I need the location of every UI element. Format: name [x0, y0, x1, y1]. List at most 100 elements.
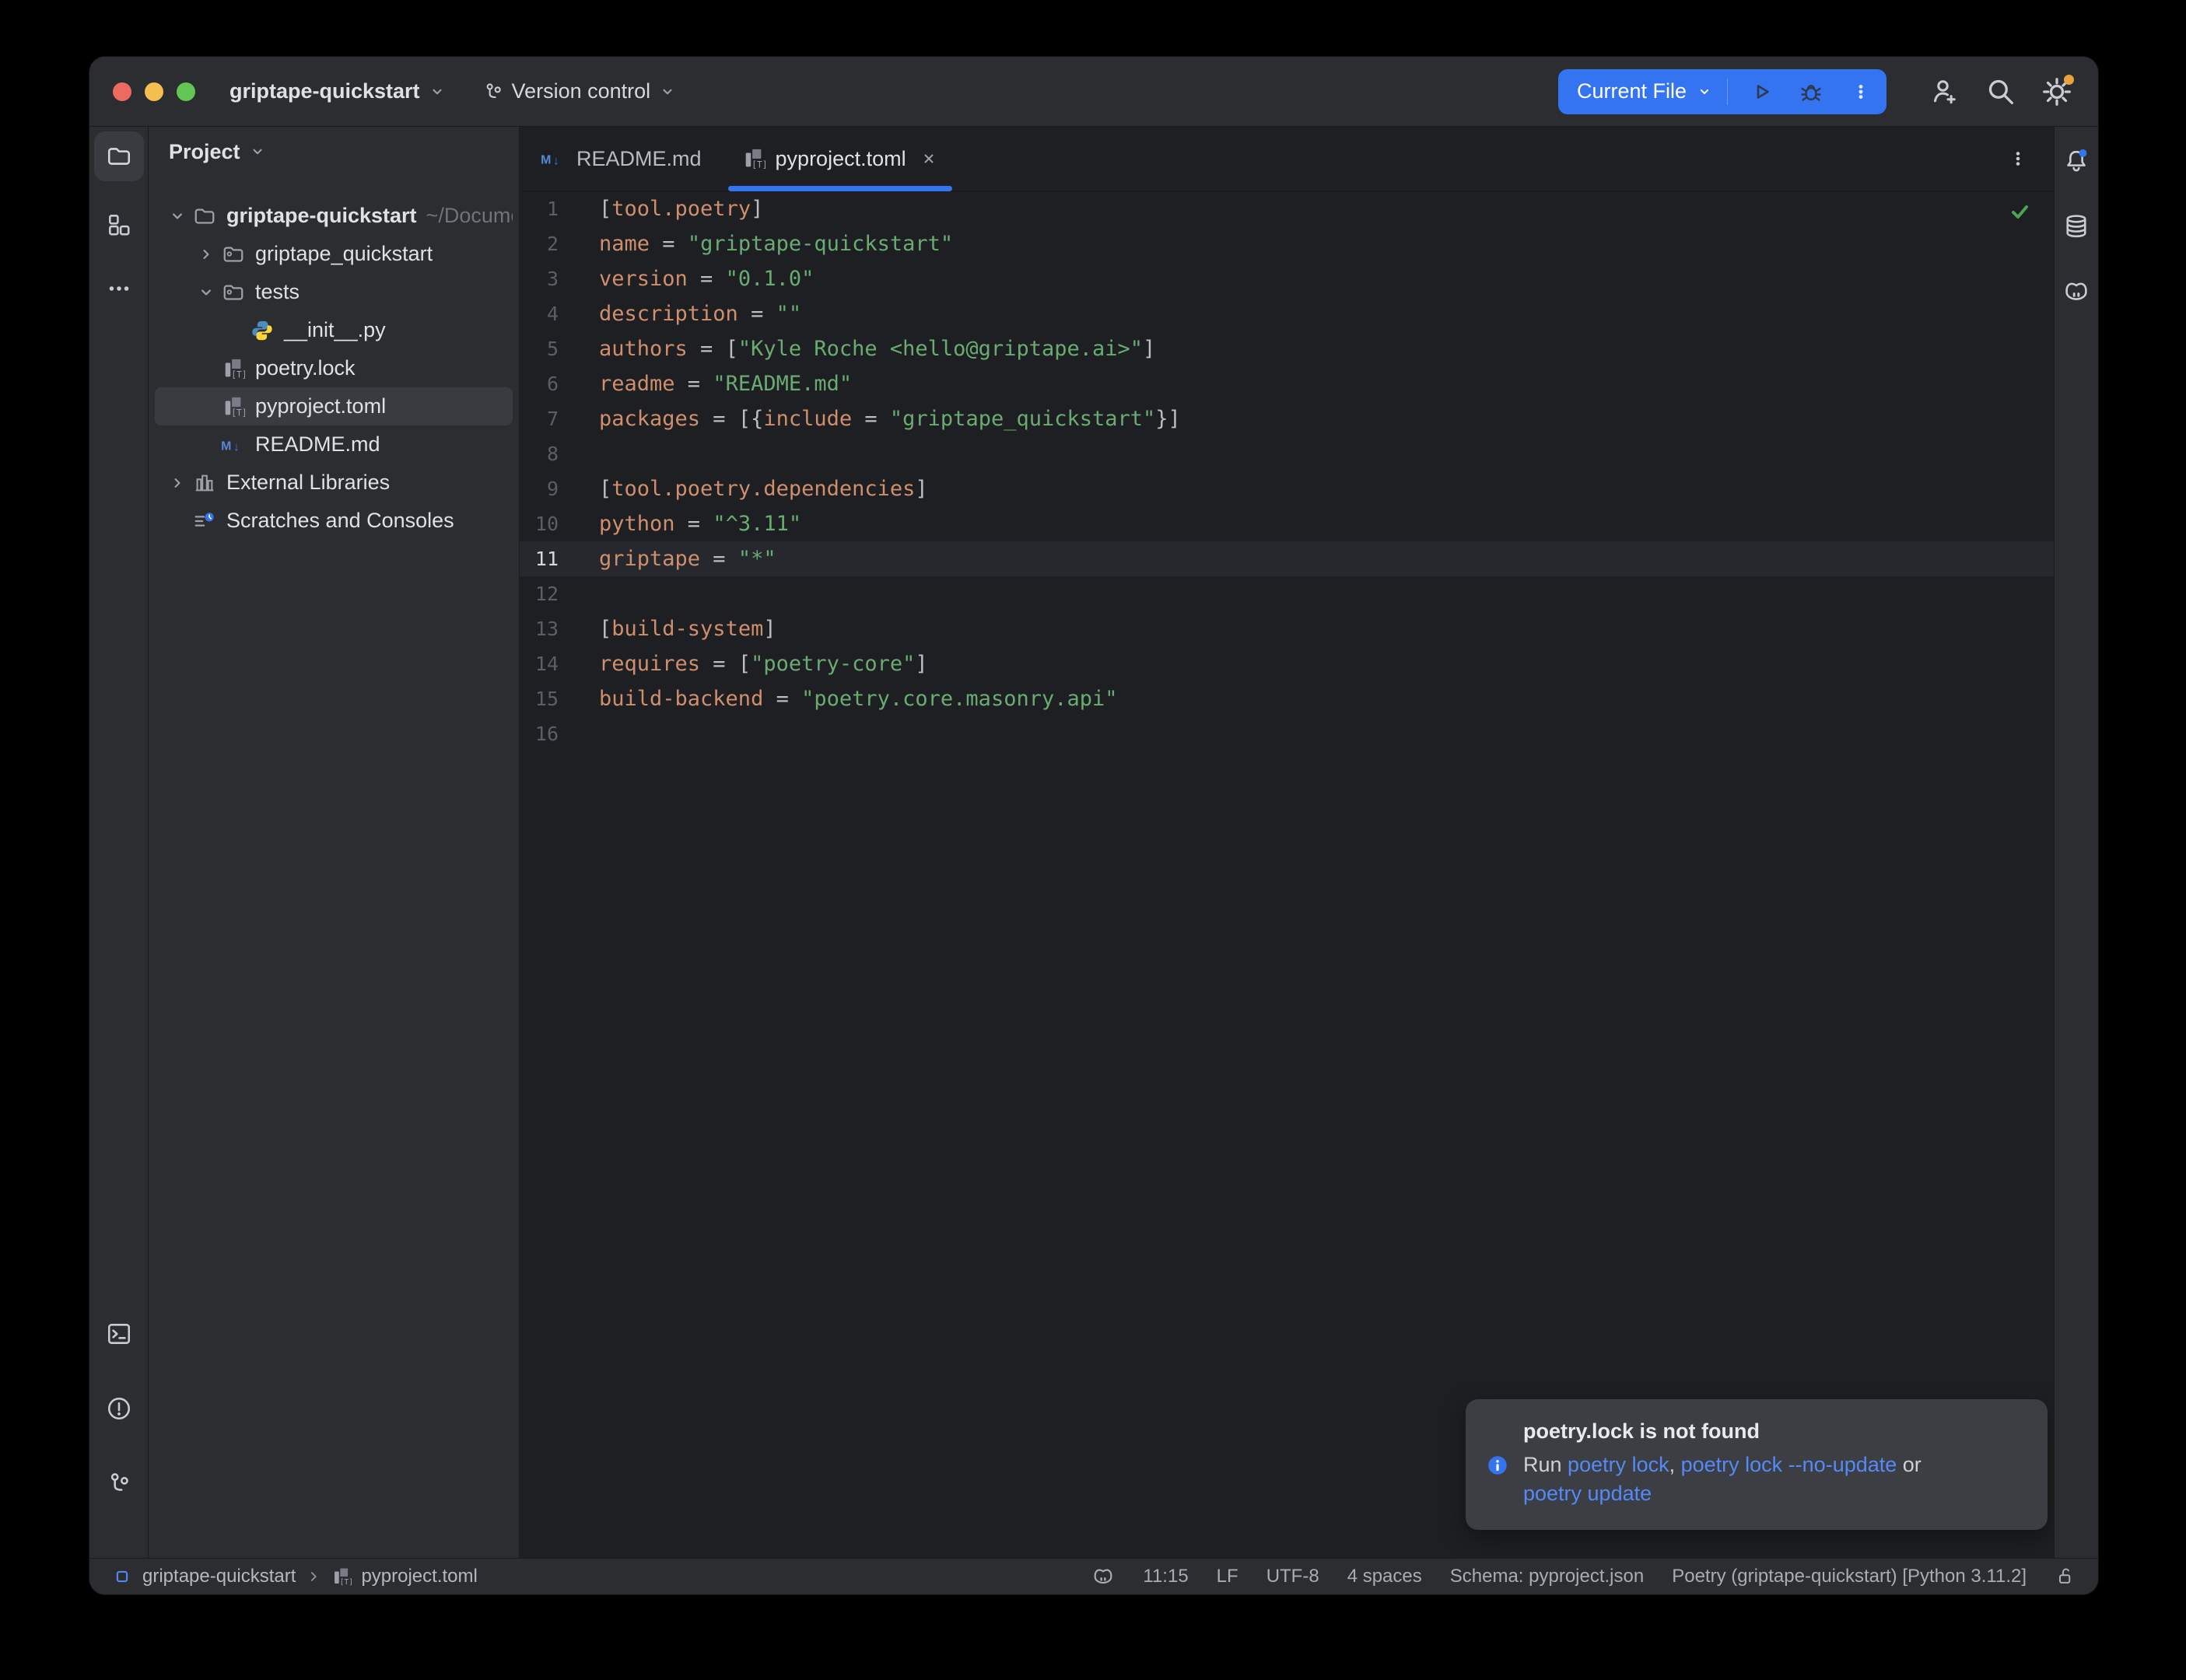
settings-button[interactable] — [2039, 74, 2075, 110]
project-tree: griptape-quickstart~/Documegriptape_quic… — [149, 197, 519, 540]
run-widget-divider — [1727, 79, 1728, 105]
database-tool-button[interactable] — [2059, 209, 2093, 243]
unlock-icon[interactable] — [2055, 1566, 2076, 1587]
debug-icon — [1799, 79, 1823, 104]
svg-text:[T]: [T] — [751, 159, 765, 170]
status-segments: 11:15 LF UTF-8 4 spaces Schema: pyproject.js… — [1143, 1566, 2027, 1587]
run-configuration-selector[interactable]: Current File — [1577, 79, 1713, 103]
editor-options-button[interactable] — [2001, 142, 2035, 176]
left-tool-strip — [89, 127, 149, 1558]
tree-item-readme-md[interactable]: M↓README.md — [155, 425, 513, 464]
code-line: 6readme = "README.md" — [520, 366, 2054, 401]
code-text: build-backend = "poetry.core.masonry.api… — [599, 687, 1118, 711]
code-token: tool.poetry.dependencies — [611, 477, 915, 501]
notification-link[interactable]: poetry update — [1523, 1482, 1652, 1505]
structure-icon — [106, 212, 132, 238]
project-switcher-label: griptape-quickstart — [229, 79, 420, 103]
tab-readme-md[interactable]: M↓ README.md — [520, 127, 722, 191]
tree-item-griptape-quickstart-pkg[interactable]: griptape_quickstart — [155, 235, 513, 273]
vcs-widget[interactable]: Version control — [482, 79, 678, 103]
ai-assistant-status-icon[interactable] — [1091, 1565, 1115, 1588]
code-token: version — [599, 267, 688, 291]
run-widget-more-button[interactable] — [1841, 72, 1880, 111]
code-token: = — [650, 232, 688, 256]
tree-item-path: ~/Docume — [426, 204, 513, 228]
terminal-tool-button[interactable] — [94, 1314, 144, 1354]
code-token: requires — [599, 652, 700, 676]
tree-item-scratches[interactable]: Scratches and Consoles — [155, 502, 513, 540]
project-tool-button[interactable] — [94, 131, 144, 181]
tree-item-poetry-lock[interactable]: [T]poetry.lock — [155, 349, 513, 387]
code-line: 12 — [520, 576, 2054, 611]
breadcrumb-file[interactable]: pyproject.toml — [361, 1566, 477, 1587]
ai-assistant-tool-button[interactable] — [2059, 275, 2093, 309]
editor-tab-bar: M↓ README.md [T] pyproject.toml — [520, 127, 2054, 191]
code-token: name — [599, 232, 650, 256]
status-segment[interactable]: 4 spaces — [1347, 1566, 1422, 1587]
code-line: 14requires = ["poetry-core"] — [520, 646, 2054, 681]
breadcrumb-project[interactable]: griptape-quickstart — [142, 1566, 296, 1587]
run-configuration-label: Current File — [1577, 79, 1687, 103]
run-widget: Current File — [1558, 69, 1886, 114]
close-tab-button[interactable] — [920, 149, 938, 168]
notification-link[interactable]: poetry lock — [1568, 1453, 1669, 1476]
terminal-icon — [106, 1321, 132, 1347]
code-line: 9[tool.poetry.dependencies] — [520, 471, 2054, 506]
tree-item-pyproject-toml[interactable]: [T]pyproject.toml — [155, 387, 513, 425]
problems-tool-button[interactable] — [94, 1388, 144, 1429]
tree-item-init-py[interactable]: __init__.py — [155, 311, 513, 349]
status-segment[interactable]: LF — [1217, 1566, 1238, 1587]
code-token: "Kyle Roche <hello@griptape.ai>" — [738, 337, 1143, 361]
code-token: = — [738, 302, 776, 326]
status-segment[interactable]: Schema: pyproject.json — [1450, 1566, 1644, 1587]
code-line: 2name = "griptape-quickstart" — [520, 226, 2054, 261]
debug-button[interactable] — [1792, 72, 1830, 111]
markdown-file-icon: M↓ — [540, 147, 566, 170]
svg-text:[T]: [T] — [340, 1578, 352, 1587]
zoom-window-button[interactable] — [177, 82, 195, 101]
line-number: 13 — [520, 618, 590, 640]
chevron-right-icon[interactable] — [193, 244, 219, 264]
run-button[interactable] — [1742, 72, 1781, 111]
notification-link[interactable]: poetry lock --no-update — [1681, 1453, 1897, 1476]
add-user-button[interactable] — [1927, 74, 1963, 110]
code-text: python = "^3.11" — [599, 512, 801, 536]
close-window-button[interactable] — [113, 82, 131, 101]
tree-item-root[interactable]: griptape-quickstart~/Docume — [155, 197, 513, 235]
code-token: "^3.11" — [713, 512, 801, 536]
status-segment[interactable]: 11:15 — [1143, 1566, 1188, 1587]
tree-item-label: Scratches and Consoles — [226, 509, 454, 533]
code-token: = — [675, 512, 713, 536]
tree-item-external-libraries[interactable]: External Libraries — [155, 464, 513, 502]
project-switcher[interactable]: griptape-quickstart — [229, 79, 447, 103]
notifications-tool-button[interactable] — [2059, 144, 2093, 178]
status-segment[interactable]: UTF-8 — [1266, 1566, 1319, 1587]
toml-icon: [T] — [219, 357, 247, 380]
version-control-tool-button[interactable] — [94, 1463, 144, 1503]
inspections-widget[interactable] — [2007, 199, 2032, 228]
play-icon — [1749, 79, 1774, 104]
more-tool-windows-button[interactable] — [94, 268, 144, 309]
structure-tool-button[interactable] — [94, 205, 144, 245]
status-segment[interactable]: Poetry (griptape-quickstart) [Python 3.1… — [1672, 1566, 2027, 1587]
editor-body[interactable]: 1[tool.poetry]2name = "griptape-quicksta… — [520, 191, 2054, 1558]
project-module-icon — [111, 1566, 133, 1587]
line-number: 3 — [520, 268, 590, 290]
chevron-down-icon[interactable] — [164, 206, 191, 226]
tree-item-tests[interactable]: tests — [155, 273, 513, 311]
project-panel-header[interactable]: Project — [149, 127, 519, 177]
svg-text:↓: ↓ — [233, 440, 240, 453]
notification-balloon: poetry.lock is not found Run poetry lock… — [1466, 1399, 2048, 1530]
folder-icon — [191, 205, 219, 228]
chevron-right-icon[interactable] — [164, 473, 191, 493]
code-token: = — [700, 547, 738, 571]
minimize-window-button[interactable] — [145, 82, 163, 101]
toml-icon: [T] — [219, 395, 247, 418]
chevron-down-icon[interactable] — [193, 282, 219, 303]
search-everywhere-button[interactable] — [1983, 74, 2019, 110]
code-token: = — [763, 687, 801, 711]
code-line: 11griptape = "*" — [520, 541, 2054, 576]
left-strip-top — [94, 131, 144, 309]
tab-pyproject-toml[interactable]: [T] pyproject.toml — [722, 127, 958, 191]
line-number: 15 — [520, 688, 590, 710]
